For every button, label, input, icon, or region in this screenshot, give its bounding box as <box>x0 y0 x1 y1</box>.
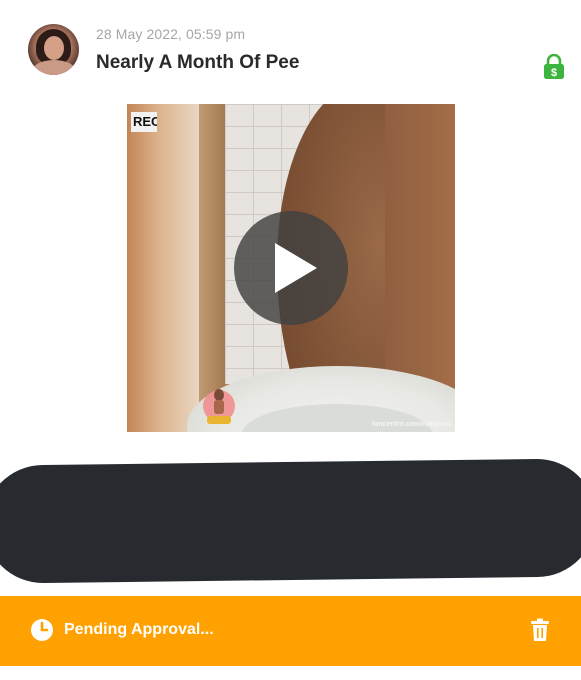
svg-text:$: $ <box>551 67 557 79</box>
play-button[interactable] <box>234 211 348 325</box>
avatar[interactable] <box>28 24 79 75</box>
video-watermark: fancentro.com/narijems <box>372 421 451 428</box>
video-thumbnail[interactable]: REC fancentro.com/narijems <box>127 104 455 432</box>
post-date: 28 May 2022, 05:59 pm <box>96 26 246 42</box>
sticker-icon <box>203 389 235 424</box>
rec-label: REC <box>131 112 157 132</box>
play-icon <box>275 243 317 293</box>
redacted-caption <box>0 458 581 584</box>
avatar-shoulder <box>32 60 76 75</box>
avatar-face <box>44 36 64 60</box>
status-text: Pending Approval... <box>64 621 214 638</box>
post-card: 28 May 2022, 05:59 pm Nearly A Month Of … <box>0 0 581 680</box>
lock-dollar-icon: $ <box>544 54 564 79</box>
video-scene-wall <box>127 104 199 432</box>
video-scene-door <box>199 104 225 404</box>
trash-icon[interactable] <box>530 618 550 642</box>
post-title: Nearly A Month Of Pee <box>96 52 300 73</box>
status-bar: Pending Approval... <box>0 596 581 666</box>
clock-icon <box>31 619 53 641</box>
